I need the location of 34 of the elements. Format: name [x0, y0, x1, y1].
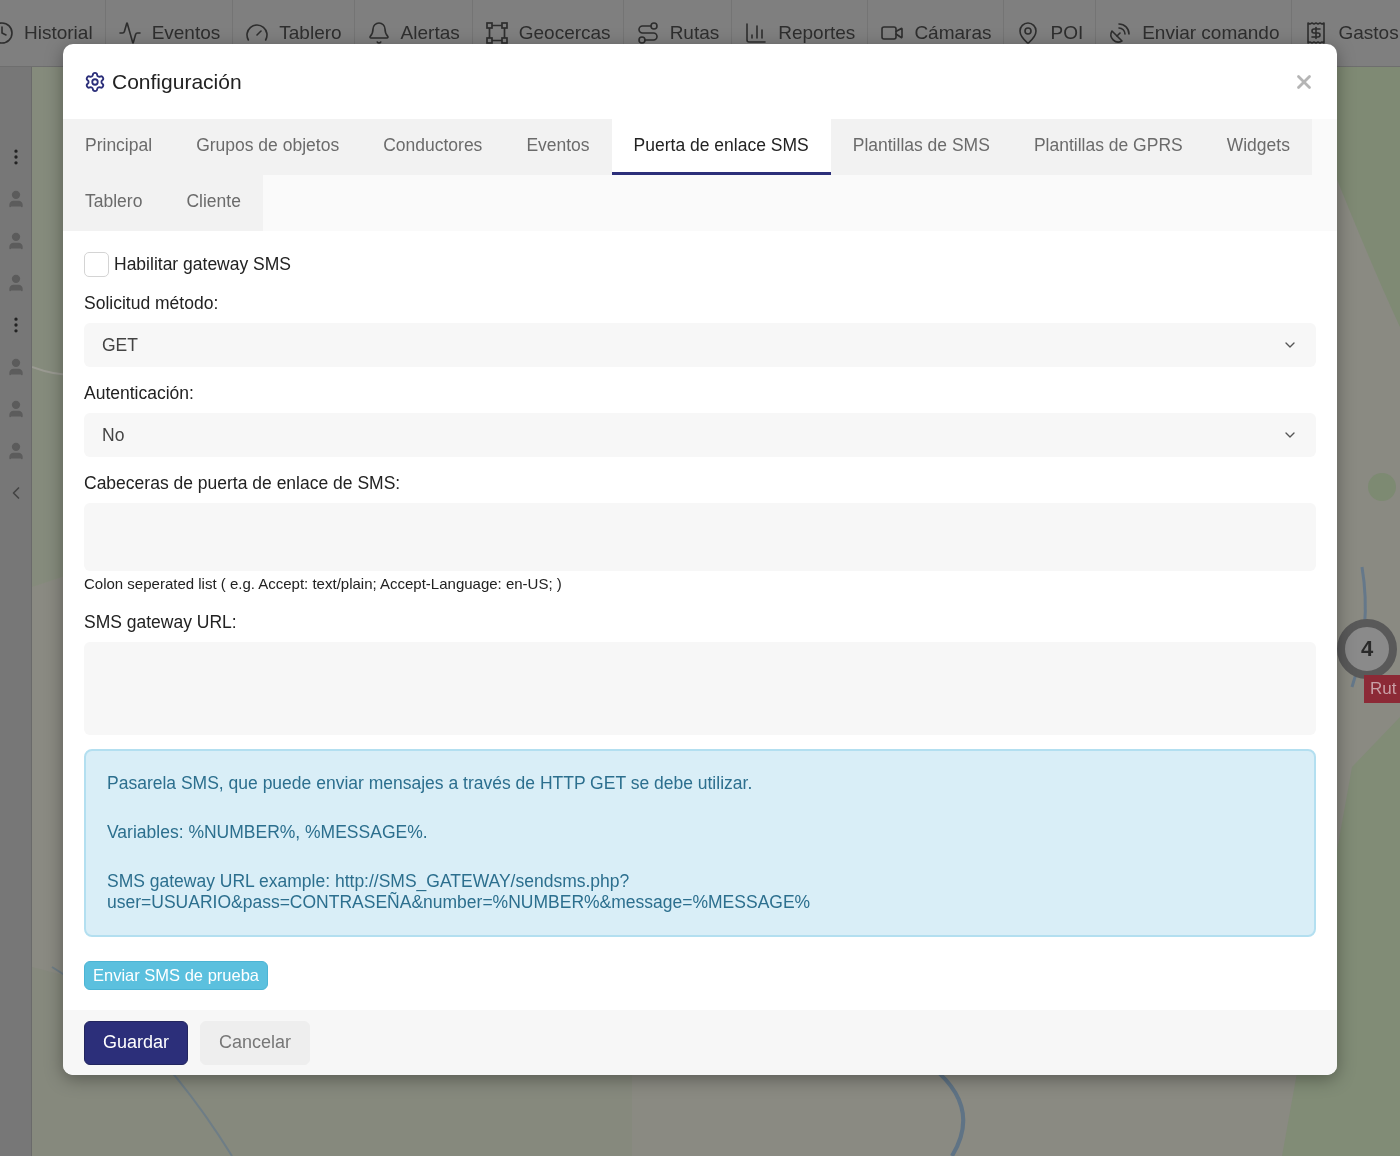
route-label: Rut	[1364, 675, 1400, 703]
field-label: Solicitud método:	[84, 292, 220, 315]
select-field[interactable]: No	[84, 413, 1316, 457]
field-label: SMS gateway URL:	[84, 611, 238, 634]
bell-icon	[366, 21, 391, 45]
tab[interactable]: Cliente	[164, 175, 263, 231]
tab[interactable]: Principal	[63, 119, 175, 175]
tab[interactable]: Puerta de enlace SMS	[611, 119, 831, 175]
test-sms-button[interactable]: Enviar SMS de prueba	[84, 961, 268, 990]
field-label: Cabeceras de puerta de enlace de SMS:	[84, 472, 402, 495]
tab[interactable]: Widgets	[1204, 119, 1312, 175]
help-text: Colon seperated list ( e.g. Accept: text/plain; Accept-Language: en-US; )	[84, 575, 563, 592]
tab[interactable]: Grupos de objetos	[174, 119, 362, 175]
settings-icon	[84, 70, 106, 93]
satellite-dish-icon	[1108, 21, 1133, 45]
tab[interactable]: Plantillas de GPRS	[1011, 119, 1205, 175]
checkbox-label: Habilitar gateway SMS	[114, 253, 292, 276]
tab[interactable]: Conductores	[361, 119, 505, 175]
select-field[interactable]: GET	[84, 323, 1316, 367]
field-label: Autenticación:	[84, 382, 195, 405]
pulse-icon	[117, 21, 142, 45]
polygon-icon	[484, 21, 509, 45]
cancel-button[interactable]: Cancelar	[200, 1020, 311, 1065]
info-text: SMS gateway URL example: http://SMS_GATEWAY/sendsms.php?user=USUARIO&pass=CONTRASEÑA&number=%NUMBER%&message=%MESSAGE%	[107, 871, 812, 913]
tab[interactable]: Plantillas de SMS	[830, 119, 1012, 175]
info-text: Variables: %NUMBER%, %MESSAGE%.	[107, 822, 429, 843]
route-icon	[635, 21, 660, 45]
info-text: Pasarela SMS, que puede enviar mensajes a través de HTTP GET se debe utilizar.	[107, 773, 754, 794]
save-button[interactable]: Guardar	[84, 1020, 189, 1065]
tab[interactable]: Eventos	[504, 119, 612, 175]
tab[interactable]: Tablero	[63, 175, 165, 231]
dialog-title: Configuración	[112, 69, 242, 94]
bar-chart-icon	[744, 21, 769, 45]
checkbox[interactable]	[84, 251, 109, 277]
